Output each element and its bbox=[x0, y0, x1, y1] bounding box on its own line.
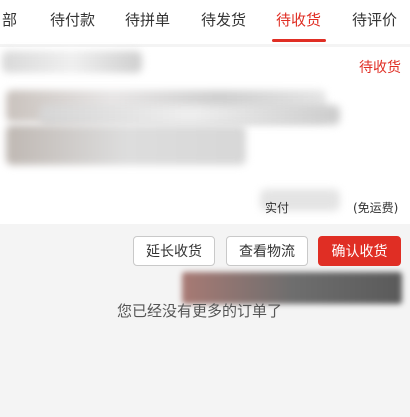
tab-all[interactable]: 部 bbox=[2, 9, 17, 30]
paid-label: 实付 bbox=[265, 201, 290, 215]
tab-pending-group[interactable]: 待拼单 bbox=[125, 9, 170, 30]
blurred-product-image bbox=[6, 125, 246, 165]
tab-pending-review[interactable]: 待评价 bbox=[352, 9, 397, 30]
view-logistics-button[interactable]: 查看物流 bbox=[226, 236, 308, 266]
shipping-note: (免运费) bbox=[353, 201, 399, 215]
extend-receipt-button[interactable]: 延长收货 bbox=[133, 236, 215, 266]
order-card[interactable]: 待收货 实付 (免运费) bbox=[0, 47, 410, 224]
tab-pending-shipment[interactable]: 待发货 bbox=[201, 9, 246, 30]
blurred-shop-name bbox=[2, 51, 142, 73]
blurred-product-title bbox=[40, 105, 340, 125]
confirm-receipt-button[interactable]: 确认收货 bbox=[318, 236, 401, 266]
tab-pending-payment[interactable]: 待付款 bbox=[50, 9, 95, 30]
active-tab-indicator bbox=[272, 39, 326, 42]
order-status: 待收货 bbox=[359, 60, 401, 76]
order-tabs: 部 待付款 待拼单 待发货 待收货 待评价 bbox=[0, 0, 410, 44]
no-more-orders-text: 您已经没有更多的订单了 bbox=[117, 302, 283, 320]
tab-pending-receipt[interactable]: 待收货 bbox=[276, 9, 321, 30]
